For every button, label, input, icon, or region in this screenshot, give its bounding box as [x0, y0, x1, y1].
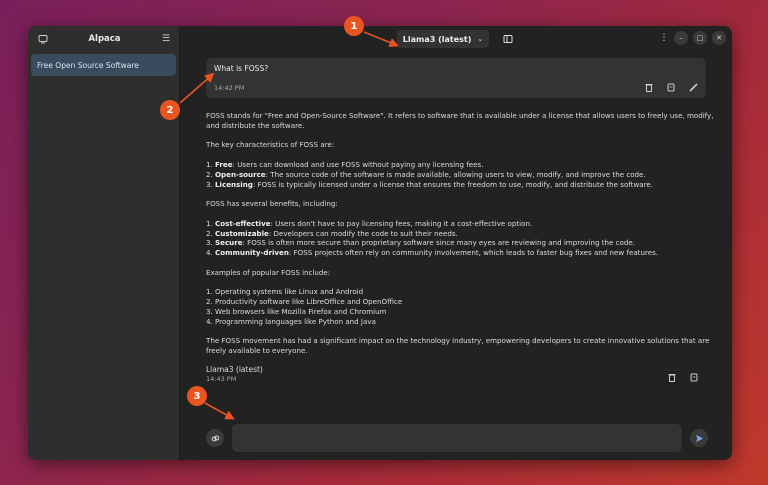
callout-badge-2: 2 [160, 100, 180, 120]
callout-badge-3: 3 [187, 386, 207, 406]
callout-arrow-2 [179, 72, 215, 104]
callout-arrow-1 [363, 31, 399, 48]
callout-arrow-3 [204, 402, 235, 420]
callout-badge-1: 1 [344, 16, 364, 36]
annotation-arrows [179, 31, 399, 420]
